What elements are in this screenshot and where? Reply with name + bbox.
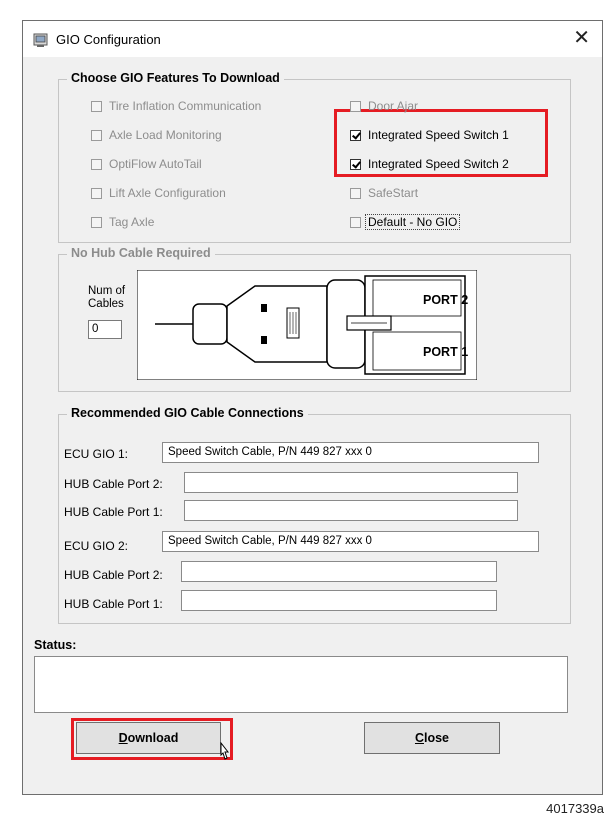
hub2-port2-field[interactable] bbox=[181, 561, 497, 582]
title-bar: GIO Configuration ✕ bbox=[23, 21, 602, 57]
ecu-gio-1-label: ECU GIO 1: bbox=[64, 447, 129, 461]
default-no-gio-label: Default - No GIO bbox=[365, 214, 461, 230]
features-legend: Choose GIO Features To Download bbox=[67, 71, 284, 85]
feature-label: Tag Axle bbox=[109, 215, 155, 229]
connections-legend: Recommended GIO Cable Connections bbox=[67, 406, 308, 420]
hub1-port2-label: HUB Cable Port 2: bbox=[64, 477, 163, 491]
feature-checkbox[interactable] bbox=[350, 130, 361, 141]
app-icon bbox=[33, 33, 48, 47]
window-title: GIO Configuration bbox=[56, 32, 161, 47]
hub1-port2-field[interactable] bbox=[184, 472, 518, 493]
figure-caption: 4017339a bbox=[546, 801, 604, 816]
feature-label: Axle Load Monitoring bbox=[109, 128, 222, 142]
status-box[interactable] bbox=[34, 656, 568, 713]
feature-label: Tire Inflation Communication bbox=[109, 99, 262, 113]
port-2-label: PORT 2 bbox=[423, 293, 468, 307]
feature-checkbox bbox=[91, 188, 102, 199]
num-cables-input[interactable]: 0 bbox=[88, 320, 122, 339]
mouse-cursor-icon bbox=[220, 742, 230, 760]
feature-checkbox bbox=[350, 101, 361, 112]
hub1-port1-field[interactable] bbox=[184, 500, 518, 521]
feature-label: Integrated Speed Switch 1 bbox=[368, 128, 509, 142]
gio-configuration-dialog: GIO Configuration ✕ Choose GIO Features … bbox=[22, 20, 603, 795]
hub2-port2-label: HUB Cable Port 2: bbox=[64, 568, 163, 582]
hub2-port1-label: HUB Cable Port 1: bbox=[64, 597, 163, 611]
status-label: Status: bbox=[34, 638, 77, 652]
feature-checkbox bbox=[91, 217, 102, 228]
feature-label: OptiFlow AutoTail bbox=[109, 157, 202, 171]
feature-checkbox bbox=[91, 159, 102, 170]
feature-checkbox bbox=[350, 188, 361, 199]
hub-cable-diagram: PORT 2 PORT 1 bbox=[137, 270, 477, 380]
download-highlight bbox=[71, 718, 233, 760]
feature-checkbox bbox=[91, 130, 102, 141]
feature-checkbox bbox=[91, 101, 102, 112]
no-hub-cable-legend: No Hub Cable Required bbox=[67, 246, 215, 260]
hub1-port1-label: HUB Cable Port 1: bbox=[64, 505, 163, 519]
hub2-port1-field[interactable] bbox=[181, 590, 497, 611]
port-1-label: PORT 1 bbox=[423, 345, 468, 359]
feature-label: Door Ajar bbox=[368, 99, 419, 113]
feature-checkbox[interactable] bbox=[350, 159, 361, 170]
close-button[interactable]: Close bbox=[364, 722, 500, 754]
feature-label: SafeStart bbox=[368, 186, 419, 200]
feature-label: Integrated Speed Switch 2 bbox=[368, 157, 509, 171]
feature-label: Default - No GIO bbox=[365, 214, 461, 230]
close-icon[interactable]: ✕ bbox=[573, 26, 590, 50]
feature-label: Lift Axle Configuration bbox=[109, 186, 226, 200]
ecu-gio-2-field[interactable]: Speed Switch Cable, P/N 449 827 xxx 0 bbox=[162, 531, 539, 552]
ecu-gio-1-field[interactable]: Speed Switch Cable, P/N 449 827 xxx 0 bbox=[162, 442, 539, 463]
num-cables-label: Num of Cables bbox=[88, 285, 126, 310]
ecu-gio-2-label: ECU GIO 2: bbox=[64, 539, 129, 553]
feature-checkbox[interactable] bbox=[350, 217, 361, 228]
